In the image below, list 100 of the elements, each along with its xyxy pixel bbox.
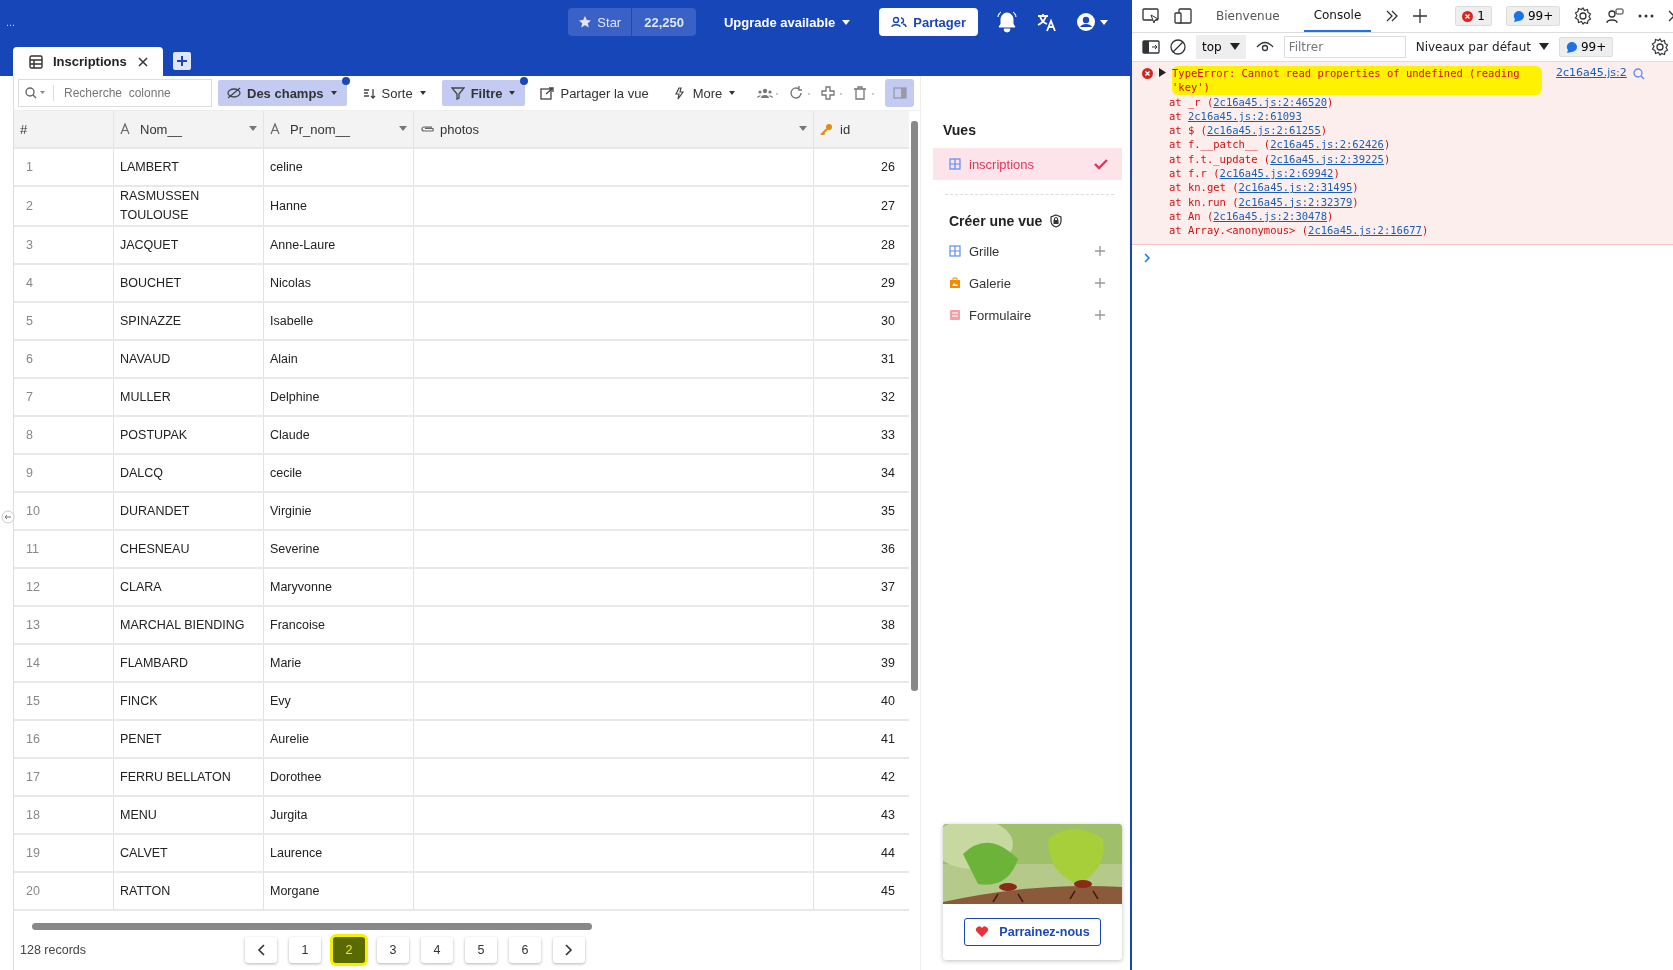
table-cell-text: 43: [880, 806, 896, 824]
table-cell: FLAMBARD: [114, 645, 264, 681]
toolbar-button[interactable]: Sorte: [352, 80, 436, 106]
source-link[interactable]: 2c16a45.js:2:62426: [1270, 138, 1384, 151]
grid-icon: [949, 158, 961, 170]
bolt-icon: [672, 86, 687, 100]
caret-icon: [841, 18, 852, 26]
source-link[interactable]: 2c16a45.js:2:30478: [1213, 209, 1328, 222]
inspect-icon[interactable]: [1142, 8, 1160, 24]
more-icon[interactable]: [1638, 14, 1655, 18]
source-link[interactable]: 2c16a45.js:2:31495: [1238, 181, 1353, 194]
star-button[interactable]: Star: [568, 8, 632, 36]
page-button[interactable]: 4: [421, 937, 453, 963]
previous-page-button[interactable]: [245, 937, 277, 963]
sponsor-button[interactable]: Parrainez-nous: [964, 918, 1101, 946]
add-tab-icon[interactable]: [172, 52, 191, 70]
chevrons-right-icon[interactable]: [1385, 10, 1400, 22]
issues-count-button[interactable]: 99+: [1558, 37, 1614, 57]
row-number: 2: [14, 187, 114, 225]
star-count: 22,250: [631, 8, 696, 36]
tab[interactable]: Inscriptions: [13, 47, 163, 76]
column-header[interactable]: photos: [414, 111, 814, 147]
trash-icon[interactable]: [853, 86, 876, 100]
next-page-button[interactable]: [553, 937, 585, 963]
bell-icon[interactable]: [996, 11, 1018, 33]
clear-icon[interactable]: [1170, 39, 1186, 55]
toolbar-button[interactable]: Des champs: [218, 80, 347, 106]
table-cell-text: 36: [880, 540, 896, 558]
levels-dropdown[interactable]: Niveaux par défaut: [1415, 40, 1549, 54]
upgrade-button[interactable]: Upgrade available: [713, 14, 862, 30]
close-icon[interactable]: [136, 55, 149, 68]
plus-icon[interactable]: [1413, 9, 1428, 23]
table-cell-text: 27: [880, 197, 896, 215]
table-cell: Jurgita: [264, 797, 414, 833]
expand-triangle-icon[interactable]: [1159, 68, 1166, 77]
create-view-item[interactable]: Formulaire: [933, 299, 1122, 331]
settings-icon[interactable]: [1651, 38, 1669, 56]
table-cell: LAMBERT: [114, 149, 264, 185]
caret-icon: [418, 89, 427, 97]
devtools-tab[interactable]: Console: [1303, 0, 1372, 32]
table-cell-text: 41: [880, 730, 896, 748]
table-cell-text: 35: [880, 502, 896, 520]
search-icon[interactable]: [1632, 68, 1645, 80]
source-link[interactable]: 2c16a45.js:2:32379: [1238, 195, 1353, 208]
table-cell: BOUCHET: [114, 265, 264, 301]
page-button[interactable]: 5: [465, 937, 497, 963]
context-dropdown[interactable]: top: [1196, 35, 1246, 59]
page-button[interactable]: 2: [333, 937, 365, 963]
translate-icon[interactable]: [1036, 11, 1058, 33]
source-link[interactable]: 2c16a45.js:2: [1556, 66, 1627, 81]
panel-toggle-button[interactable]: [885, 79, 914, 107]
source-link[interactable]: 2c16a45.js:2:16677: [1308, 224, 1422, 237]
page-button[interactable]: 3: [377, 937, 409, 963]
column-header[interactable]: Pr_nom__: [264, 111, 414, 147]
source-link[interactable]: 2c16a45.js:2:61093: [1187, 109, 1302, 122]
share-button[interactable]: Partager: [879, 8, 978, 36]
create-view-item[interactable]: Galerie: [933, 267, 1122, 299]
device-icon[interactable]: [1174, 8, 1192, 24]
source-link[interactable]: 2c16a45.js:2:46520: [1213, 95, 1328, 108]
source-link[interactable]: 2c16a45.js:2:61255: [1206, 124, 1321, 137]
table-cell: Isabelle: [264, 303, 414, 339]
devtools-tab[interactable]: Bienvenue: [1206, 0, 1290, 32]
people-icon[interactable]: [1606, 8, 1625, 24]
table-cell: DALCQ: [114, 455, 264, 491]
caret-icon: [799, 126, 807, 132]
create-view-item[interactable]: Grille: [933, 235, 1122, 267]
scroll-bar[interactable]: [32, 923, 592, 930]
account-icon[interactable]: [1076, 12, 1110, 32]
source-link[interactable]: 2c16a45.js:2:69942: [1219, 167, 1334, 180]
scroll-bar[interactable]: [911, 121, 918, 691]
toolbar-button[interactable]: More: [663, 80, 746, 106]
table-cell: RATTON: [114, 873, 264, 909]
reload-icon[interactable]: [789, 86, 812, 100]
table-cell-text: 30: [880, 312, 896, 330]
page-button[interactable]: 1: [289, 937, 321, 963]
plus-icon: [1094, 277, 1106, 289]
cross-icon[interactable]: [821, 86, 844, 100]
heart-icon: [975, 926, 990, 938]
sidebar-icon[interactable]: [1142, 40, 1160, 54]
table-cell-text: 29: [880, 274, 896, 292]
page-button[interactable]: 6: [509, 937, 541, 963]
stack-line: at Array.<anonymous> (2c16a45.js:2:16677): [1168, 223, 1430, 238]
message-count-button[interactable]: 99+: [1505, 6, 1561, 26]
error-count-button[interactable]: 1: [1455, 6, 1492, 26]
view-item[interactable]: inscriptions: [933, 148, 1122, 180]
source-link[interactable]: 2c16a45.js:2:39225: [1270, 152, 1384, 165]
row-number: 12: [14, 569, 114, 605]
column-header[interactable]: id: [814, 111, 901, 147]
column-header[interactable]: Nom__: [114, 111, 264, 147]
search-field[interactable]: Recherche colonne: [18, 79, 212, 107]
settings-icon[interactable]: [1574, 7, 1593, 25]
toolbar-button[interactable]: Filtre: [441, 80, 526, 106]
column-header[interactable]: #: [14, 111, 114, 147]
users-icon[interactable]: [757, 87, 780, 99]
toolbar-button[interactable]: Partager la vue: [531, 80, 658, 106]
eye-icon[interactable]: [1255, 41, 1274, 53]
stack-line: at _r (2c16a45.js:2:46520): [1168, 94, 1335, 109]
caret-icon: [1538, 43, 1549, 51]
table-cell-text: 37: [880, 578, 896, 596]
filter-field[interactable]: Filtrer: [1283, 36, 1406, 58]
